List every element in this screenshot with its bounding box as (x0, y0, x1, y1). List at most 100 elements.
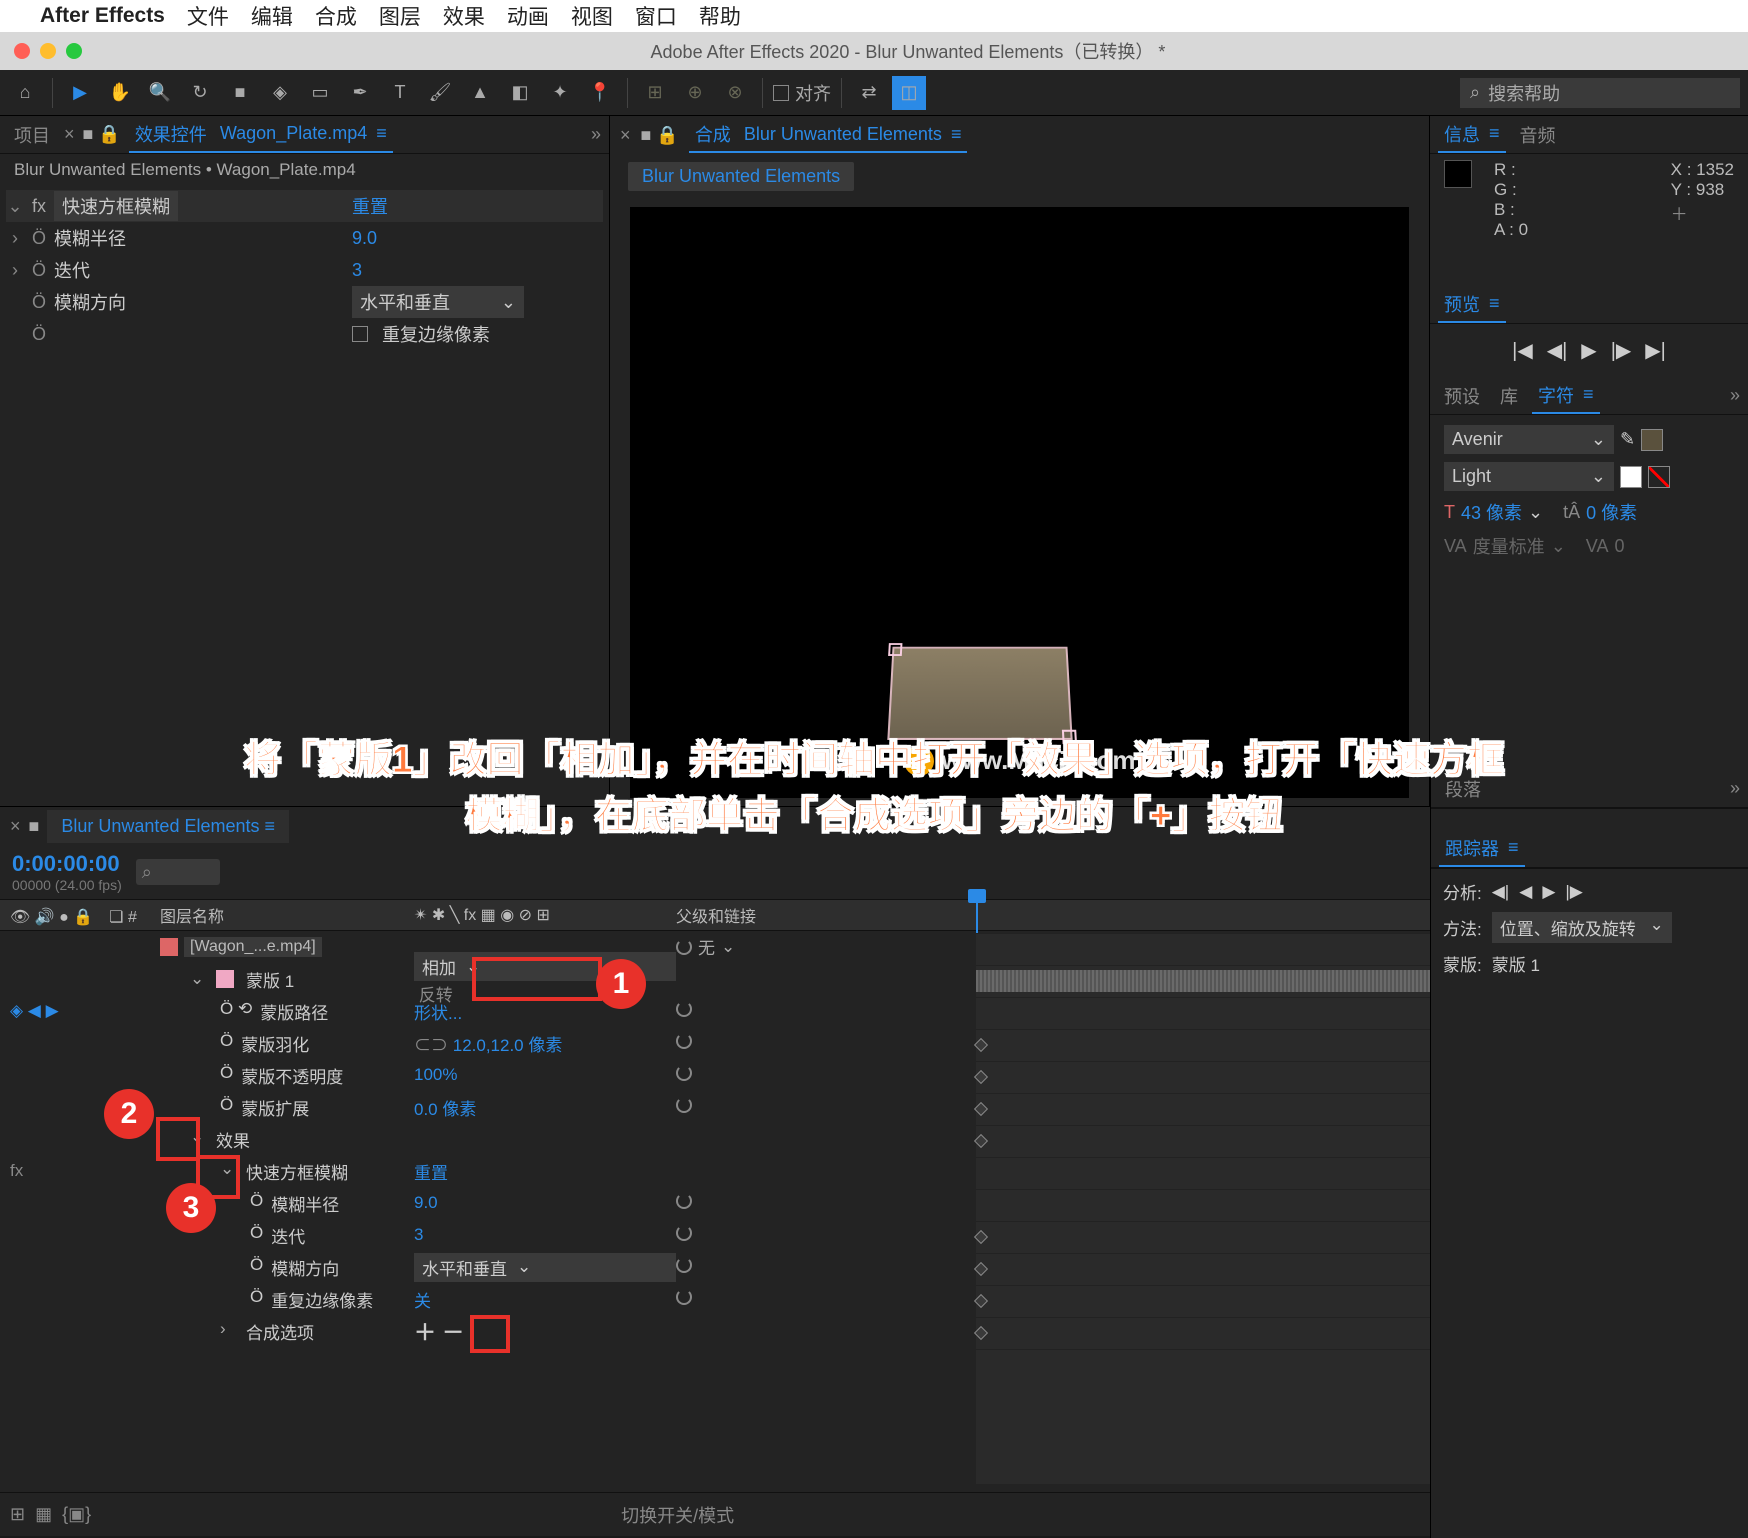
mask-opacity-value[interactable]: 100% (414, 1065, 457, 1084)
comp-subtab[interactable]: Blur Unwanted Elements (628, 162, 854, 191)
close-timeline-tab-icon[interactable]: × (10, 816, 21, 837)
clone-stamp-tool[interactable]: ▲ (463, 76, 497, 110)
timeline-effect-reset[interactable]: 重置 (414, 1164, 448, 1183)
selection-tool[interactable]: ▶ (63, 76, 97, 110)
panel-overflow-icon[interactable]: » (591, 124, 601, 145)
composition-viewer[interactable]: Z www.MacZ.com (630, 207, 1409, 798)
project-tab[interactable]: 项目 (8, 118, 56, 152)
mask-twirl-icon[interactable]: ⌄ (190, 969, 210, 989)
mask-expansion-value[interactable]: 0.0 像素 (414, 1100, 476, 1119)
comp-options-add-button[interactable]: ＋ － (414, 1320, 464, 1345)
next-frame-button[interactable]: |▶ (1611, 338, 1632, 363)
prev-frame-button[interactable]: ◀| (1547, 338, 1568, 363)
character-tab[interactable]: 字符 ≡ (1532, 378, 1600, 414)
switch-mode-toggle[interactable]: 切换开关/模式 (621, 1502, 734, 1528)
keyframe-diamond-icon[interactable] (974, 1038, 988, 1052)
toggle-switches-icon[interactable]: ⊞ (10, 1504, 25, 1525)
snapping-checkbox[interactable] (773, 85, 789, 101)
frame-blend-icon[interactable]: {▣} (62, 1504, 91, 1525)
effects-twirl-icon[interactable]: ⌄ (190, 1127, 210, 1152)
mask-path-value[interactable]: 形状... (414, 1004, 462, 1023)
menu-file[interactable]: 文件 (187, 1, 229, 31)
no-color-swatch[interactable] (1648, 466, 1670, 488)
hand-tool[interactable]: ✋ (103, 76, 137, 110)
effect-reset[interactable]: 重置 (352, 193, 388, 219)
menu-animation[interactable]: 动画 (507, 1, 549, 31)
current-timecode[interactable]: 0:00:00:00 (12, 851, 122, 877)
eraser-tool[interactable]: ◧ (503, 76, 537, 110)
help-search[interactable]: ⌕ 搜索帮助 (1460, 78, 1740, 108)
camera-tool[interactable]: ■ (223, 76, 257, 110)
toggle-modes-icon[interactable]: ▦ (35, 1504, 52, 1525)
paragraph-tab[interactable]: 段落 (1439, 772, 1487, 806)
twirl-down-icon[interactable]: ⌄ (6, 196, 24, 217)
leading-value[interactable]: 0 像素 (1586, 499, 1637, 525)
direction-dropdown[interactable]: 水平和垂直⌄ (352, 286, 524, 318)
iterations-value[interactable]: 3 (352, 260, 362, 281)
effect-controls-tab[interactable]: 效果控件 Wagon_Plate.mp4 ≡ (129, 117, 393, 153)
tracker-tab[interactable]: 跟踪器 ≡ (1439, 831, 1525, 867)
effect-name[interactable]: 快速方框模糊 (54, 191, 178, 221)
font-family-dropdown[interactable]: Avenir⌄ (1444, 425, 1614, 454)
default-fill-stroke-icon[interactable]: ◫ (892, 76, 926, 110)
tl-radius-value[interactable]: 9.0 (414, 1193, 438, 1212)
mask-feather-value[interactable]: 12.0,12.0 像素 (453, 1036, 563, 1055)
snap-options-icon[interactable]: ⇄ (852, 76, 886, 110)
rectangle-tool[interactable]: ▭ (303, 76, 337, 110)
tracking-value[interactable]: 度量标准 (1473, 533, 1545, 559)
close-tab-icon[interactable]: × (64, 124, 75, 145)
tl-dir-dropdown[interactable]: 水平和垂直⌄ (414, 1253, 676, 1282)
stopwatch-icon[interactable]: Ö (32, 228, 46, 249)
comp-tab[interactable]: 合成 Blur Unwanted Elements ≡ (689, 117, 968, 153)
menu-composition[interactable]: 合成 (315, 1, 357, 31)
mac-menubar[interactable]: After Effects 文件 编辑 合成 图层 效果 动画 视图 窗口 帮助 (0, 0, 1748, 32)
repeat-edge-checkbox[interactable] (352, 326, 368, 342)
menu-window[interactable]: 窗口 (635, 1, 677, 31)
first-frame-button[interactable]: |◀ (1512, 338, 1533, 363)
info-tab[interactable]: 信息 ≡ (1438, 117, 1506, 153)
window-minimize-button[interactable] (40, 43, 56, 59)
window-close-button[interactable] (14, 43, 30, 59)
kerning-value[interactable]: 0 (1614, 536, 1624, 557)
col-layer-name[interactable]: 图层名称 (160, 903, 408, 927)
library-tab[interactable]: 库 (1494, 379, 1524, 413)
link-icon[interactable] (676, 1001, 692, 1017)
brush-tool[interactable]: 🖌 (423, 76, 457, 110)
preview-tab[interactable]: 预览 ≡ (1438, 287, 1506, 323)
panel-overflow-right-icon[interactable]: » (1730, 385, 1740, 406)
fastboxblur-twirl-icon[interactable]: ⌄ (220, 1159, 240, 1184)
twirl-right-icon[interactable]: › (6, 228, 24, 249)
analyze-backward[interactable]: ◀ (1519, 882, 1532, 902)
menu-effect[interactable]: 效果 (443, 1, 485, 31)
close-comp-icon[interactable]: × (620, 125, 631, 146)
font-style-dropdown[interactable]: Light⌄ (1444, 462, 1614, 491)
pen-tool[interactable]: ✒ (343, 76, 377, 110)
axis-world-icon[interactable]: ⊕ (678, 76, 712, 110)
fill-swatch[interactable] (1641, 429, 1663, 451)
mask-outline[interactable] (887, 647, 1072, 740)
tl-iter-value[interactable]: 3 (414, 1225, 423, 1244)
effects-group[interactable]: 效果 (216, 1127, 250, 1152)
menu-layer[interactable]: 图层 (379, 1, 421, 31)
pan-behind-tool[interactable]: ◈ (263, 76, 297, 110)
mask-name[interactable]: 蒙版 1 (246, 967, 294, 992)
comp-options-label[interactable]: 合成选项 (246, 1319, 314, 1344)
timeline-effect-name[interactable]: 快速方框模糊 (246, 1159, 348, 1184)
last-frame-button[interactable]: ▶| (1645, 338, 1666, 363)
timeline-search[interactable]: ⌕ (136, 859, 220, 885)
audio-tab[interactable]: 音频 (1514, 118, 1562, 152)
type-tool[interactable]: T (383, 76, 417, 110)
stroke-swatch[interactable] (1620, 466, 1642, 488)
zoom-tool[interactable]: 🔍 (143, 76, 177, 110)
analyze-forward[interactable]: ▶ (1542, 882, 1555, 902)
timeline-comp-tab[interactable]: Blur Unwanted Elements ≡ (47, 810, 289, 843)
analyze-forward-all[interactable]: |▶ (1565, 882, 1583, 902)
window-zoom-button[interactable] (66, 43, 82, 59)
axis-view-icon[interactable]: ⊗ (718, 76, 752, 110)
menu-edit[interactable]: 编辑 (251, 1, 293, 31)
font-size-value[interactable]: 43 像素 (1461, 499, 1522, 525)
blur-radius-value[interactable]: 9.0 (352, 228, 377, 249)
eyedropper-icon[interactable]: ✎ (1620, 429, 1635, 450)
parent-pickwhip[interactable]: 无 ⌄ (676, 934, 735, 959)
tl-repeat-value[interactable]: 关 (414, 1292, 431, 1311)
